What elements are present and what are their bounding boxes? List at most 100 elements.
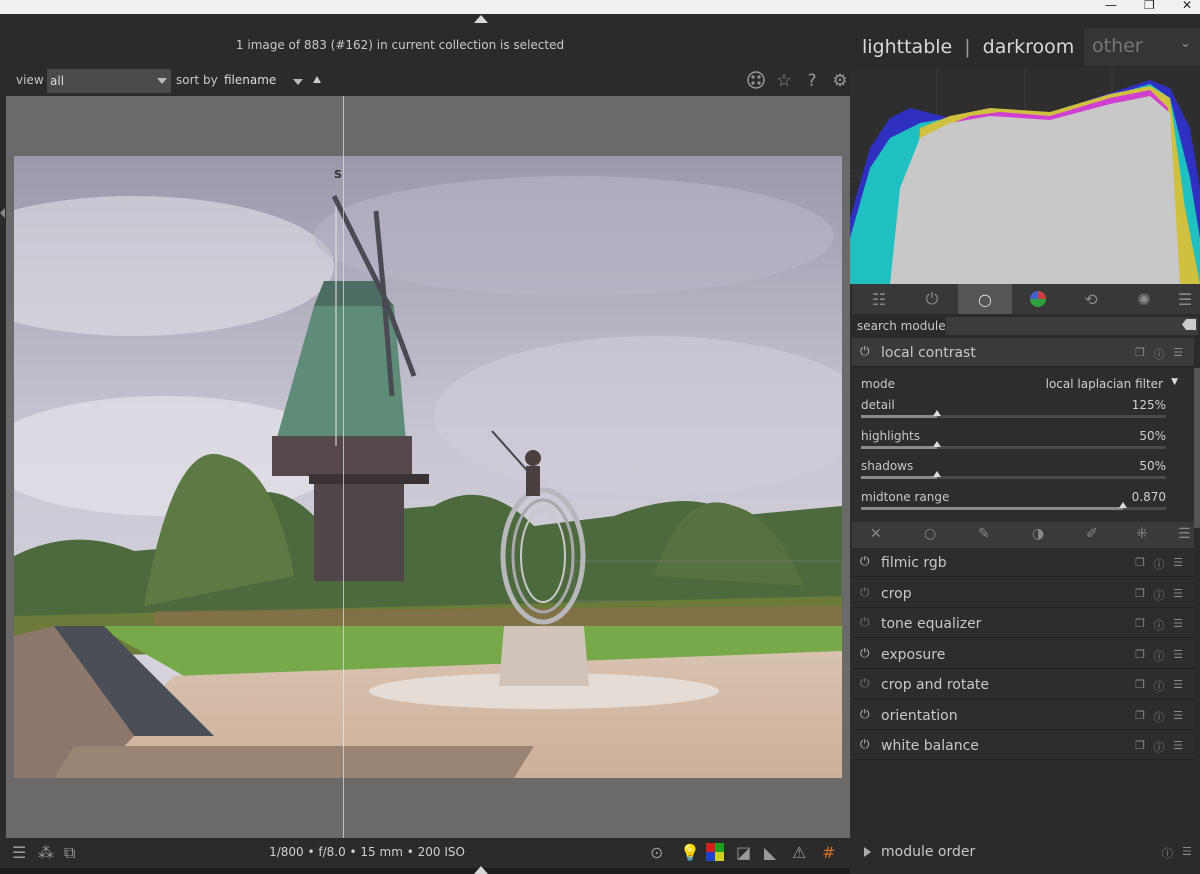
- highlights-slider[interactable]: highlights 50%: [861, 429, 1166, 459]
- expand-arrow-icon[interactable]: [864, 847, 871, 857]
- tab-correct[interactable]: ⟲: [1064, 284, 1118, 314]
- focus-peaking-icon[interactable]: ⊙: [650, 843, 663, 863]
- collapse-top-arrow-icon[interactable]: [474, 15, 488, 23]
- mask-drawn-icon[interactable]: ✎: [978, 526, 990, 542]
- module-order-row[interactable]: module order ⓘ ☰: [852, 840, 1200, 866]
- slider-handle[interactable]: [1119, 502, 1127, 508]
- chevron-down-icon[interactable]: [293, 79, 303, 85]
- tab-active-modules[interactable]: ⏻: [905, 284, 959, 314]
- panel-scrollbar[interactable]: [1194, 368, 1200, 528]
- module-header[interactable]: ⏻ tone equalizer ❐ ⓘ ☰: [852, 609, 1194, 638]
- multi-instance-icon[interactable]: ❐: [1134, 678, 1146, 691]
- reset-icon[interactable]: ⓘ: [1153, 617, 1165, 633]
- styles-icon[interactable]: ⁂: [38, 843, 54, 863]
- multi-instance-icon[interactable]: ❐: [1134, 346, 1146, 359]
- collapse-bottom-arrow-icon[interactable]: [474, 866, 488, 874]
- tab-base[interactable]: ○: [958, 284, 1012, 314]
- power-icon[interactable]: ⏻: [860, 738, 873, 751]
- tab-quick-access[interactable]: ☷: [852, 284, 906, 314]
- gamut-check-icon[interactable]: ◪: [736, 843, 751, 863]
- presets-icon[interactable]: ☰: [1172, 709, 1184, 722]
- multi-instance-icon[interactable]: ❐: [1134, 709, 1146, 722]
- menu-icon[interactable]: ☰: [1178, 526, 1191, 542]
- module-header[interactable]: ⏻ exposure ❐ ⓘ ☰: [852, 639, 1194, 669]
- tab-color[interactable]: [1011, 284, 1065, 314]
- power-icon[interactable]: ⏻: [860, 707, 873, 721]
- chevron-down-icon: [157, 78, 167, 84]
- presets-icon[interactable]: ☰: [1172, 587, 1184, 600]
- mask-parametric-icon[interactable]: ◑: [1032, 526, 1044, 542]
- presets-icon[interactable]: ☰: [1182, 845, 1192, 858]
- sort-select[interactable]: filename: [224, 73, 276, 87]
- star-icon[interactable]: ☆: [774, 71, 794, 91]
- module-header[interactable]: ⏻ crop and rotate ❐ ⓘ ☰: [852, 670, 1194, 699]
- reset-icon[interactable]: ⓘ: [1153, 587, 1165, 603]
- sort-direction-icon[interactable]: [313, 76, 321, 83]
- expand-left-arrow-icon[interactable]: [0, 208, 5, 218]
- crop-guide-line[interactable]: [343, 96, 344, 838]
- slider-handle[interactable]: [933, 410, 941, 416]
- guides-icon[interactable]: #: [822, 843, 835, 863]
- detail-slider[interactable]: detail 125%: [861, 398, 1166, 428]
- presets-icon[interactable]: ☰: [1172, 678, 1184, 691]
- multi-instance-icon[interactable]: ❐: [1134, 617, 1146, 630]
- module-local-contrast-header[interactable]: ⏻ local contrast ❐ ⓘ ☰: [852, 338, 1194, 367]
- multi-instance-icon[interactable]: ❐: [1134, 556, 1146, 569]
- close-button[interactable]: ✕: [1182, 0, 1192, 12]
- view-lighttable[interactable]: lighttable: [862, 36, 952, 58]
- reset-icon[interactable]: ⓘ: [1153, 739, 1165, 755]
- power-icon[interactable]: ⏻: [860, 555, 873, 568]
- overlays-icon[interactable]: [746, 71, 766, 91]
- multi-instance-icon[interactable]: ❐: [1134, 739, 1146, 752]
- module-header[interactable]: ⏻ orientation ❐ ⓘ ☰: [852, 700, 1194, 730]
- warning-icon[interactable]: ⚠: [792, 843, 806, 863]
- power-icon[interactable]: ⏻: [860, 616, 873, 629]
- help-icon[interactable]: ?: [802, 71, 822, 91]
- histogram[interactable]: [850, 68, 1200, 284]
- presets-icon[interactable]: ☰: [1172, 346, 1184, 359]
- highlights-value: 50%: [1139, 429, 1166, 443]
- module-header[interactable]: ⏻ filmic rgb ❐ ⓘ ☰: [852, 548, 1194, 577]
- view-filter-select[interactable]: all: [47, 69, 171, 93]
- presets-icon[interactable]: ☰: [1172, 739, 1184, 752]
- mask-raster-icon[interactable]: ⁜: [1136, 526, 1148, 542]
- gear-icon[interactable]: ⚙: [830, 71, 850, 91]
- mask-drawn-parametric-icon[interactable]: ✐: [1086, 526, 1098, 542]
- view-other-dropdown[interactable]: other ⌄: [1084, 28, 1200, 66]
- slider-handle[interactable]: [933, 441, 941, 447]
- presets-icon[interactable]: ☰: [1172, 648, 1184, 661]
- view-darkroom[interactable]: darkroom: [983, 36, 1075, 58]
- restore-button[interactable]: ❐: [1144, 0, 1155, 12]
- reset-icon[interactable]: ⓘ: [1153, 648, 1165, 664]
- tab-effect[interactable]: ✺: [1117, 284, 1171, 314]
- reset-icon[interactable]: ⓘ: [1153, 556, 1165, 572]
- reset-icon[interactable]: ⓘ: [1153, 709, 1165, 725]
- multi-instance-icon[interactable]: ❐: [1134, 648, 1146, 661]
- second-window-icon[interactable]: ⧉: [64, 843, 75, 863]
- power-icon[interactable]: ⏻: [860, 646, 873, 660]
- iso-12646-icon[interactable]: 💡: [680, 843, 700, 863]
- menu-icon[interactable]: ☰: [12, 843, 26, 863]
- search-module-input[interactable]: [946, 317, 1198, 335]
- power-icon[interactable]: ⏻: [860, 677, 873, 690]
- shadows-slider[interactable]: shadows 50%: [861, 459, 1166, 489]
- mask-uniform-icon[interactable]: ○: [924, 526, 936, 542]
- presets-icon[interactable]: ☰: [1172, 556, 1184, 569]
- slider-handle[interactable]: [933, 471, 941, 477]
- reset-icon[interactable]: ⓘ: [1153, 678, 1165, 694]
- power-icon[interactable]: ⏻: [860, 585, 873, 599]
- photo-preview[interactable]: S: [14, 156, 842, 778]
- presets-icon[interactable]: ☰: [1172, 617, 1184, 630]
- multi-instance-icon[interactable]: ❐: [1134, 587, 1146, 600]
- clipping-icon[interactable]: ◣: [764, 843, 776, 863]
- reset-icon[interactable]: ⓘ: [1153, 346, 1165, 362]
- mask-off-icon[interactable]: ✕: [870, 526, 882, 542]
- midtone-range-slider[interactable]: midtone range 0.870: [861, 490, 1166, 520]
- module-header[interactable]: ⏻ crop ❐ ⓘ ☰: [852, 578, 1194, 608]
- tab-presets-menu[interactable]: ☰: [1170, 284, 1200, 314]
- softproof-icon[interactable]: [706, 843, 724, 863]
- reset-icon[interactable]: ⓘ: [1162, 845, 1173, 861]
- minimize-button[interactable]: —: [1105, 0, 1117, 12]
- module-header[interactable]: ⏻ white balance ❐ ⓘ ☰: [852, 731, 1194, 760]
- power-icon[interactable]: ⏻: [860, 345, 873, 358]
